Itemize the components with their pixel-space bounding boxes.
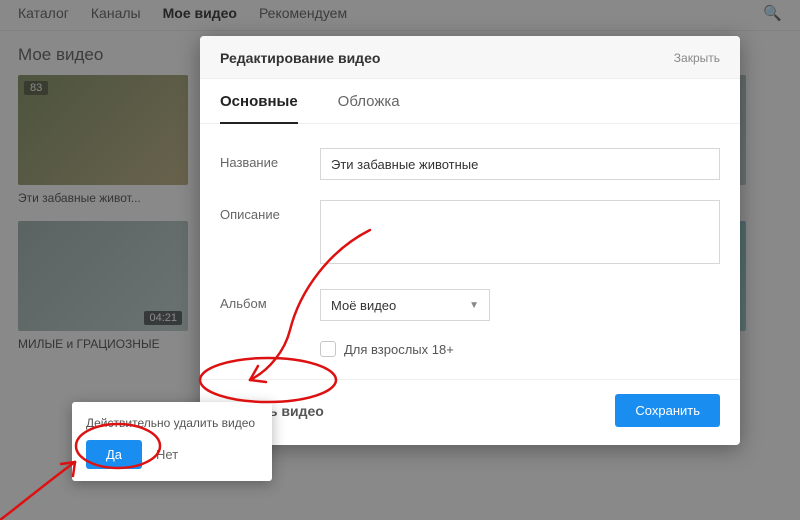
modal-tabs: Основные Обложка bbox=[200, 79, 740, 124]
confirm-message: Действительно удалить видео bbox=[86, 416, 258, 430]
edit-video-modal: Редактирование видео Закрыть Основные Об… bbox=[200, 36, 740, 445]
tab-main[interactable]: Основные bbox=[220, 93, 298, 124]
label-name: Название bbox=[220, 148, 320, 170]
album-selected-value: Моё видео bbox=[331, 298, 396, 313]
label-album: Альбом bbox=[220, 289, 320, 311]
tab-cover[interactable]: Обложка bbox=[338, 93, 400, 123]
adult-label: Для взрослых 18+ bbox=[344, 342, 454, 357]
save-button[interactable]: Сохранить bbox=[615, 394, 720, 427]
adult-checkbox[interactable] bbox=[320, 341, 336, 357]
album-select[interactable]: Моё видео ▼ bbox=[320, 289, 490, 321]
confirm-yes-button[interactable]: Да bbox=[86, 440, 142, 469]
name-input[interactable] bbox=[320, 148, 720, 180]
label-description: Описание bbox=[220, 200, 320, 222]
chevron-down-icon: ▼ bbox=[469, 300, 479, 311]
modal-close-button[interactable]: Закрыть bbox=[674, 51, 720, 65]
confirm-no-button[interactable]: Нет bbox=[156, 447, 178, 462]
description-input[interactable] bbox=[320, 200, 720, 264]
modal-title: Редактирование видео bbox=[220, 50, 380, 66]
confirm-delete-popover: Действительно удалить видео Да Нет bbox=[72, 402, 272, 481]
